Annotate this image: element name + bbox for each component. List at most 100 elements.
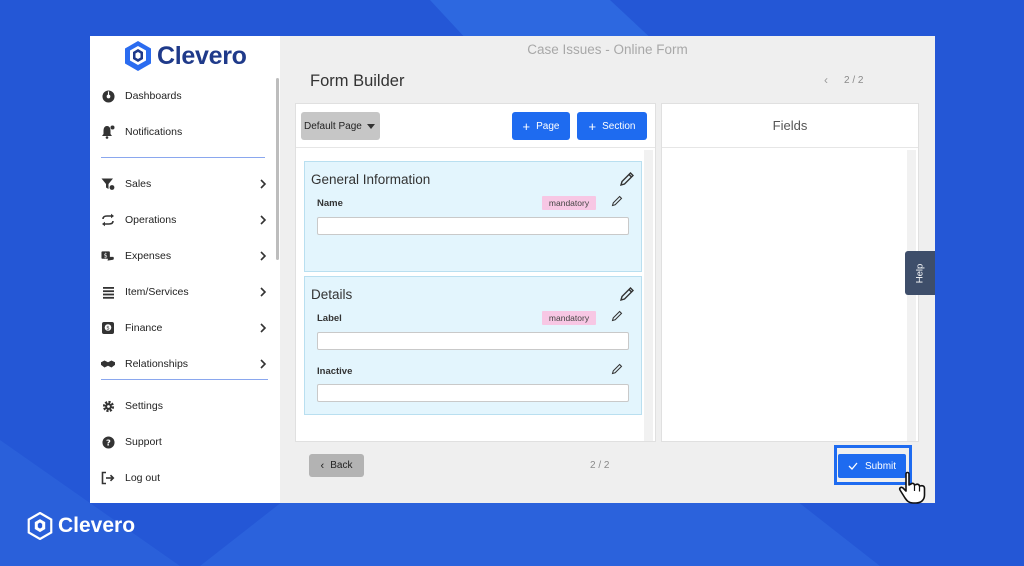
- sidebar-item-label: Sales: [125, 178, 152, 190]
- sidebar-item-dashboards[interactable]: Dashboards: [90, 84, 276, 108]
- field-label-inactive: Inactive: [317, 366, 353, 377]
- add-section-label: Section: [602, 120, 636, 132]
- sidebar-item-label: Finance: [125, 322, 163, 334]
- sidebar-item-item-services[interactable]: Item/Services: [90, 280, 276, 304]
- cycle-icon: [101, 213, 115, 227]
- sidebar-scrollbar[interactable]: [276, 78, 279, 260]
- svg-text:$: $: [106, 326, 110, 332]
- logo-icon: [125, 41, 151, 71]
- bell-icon: [101, 125, 115, 139]
- fields-panel-title: Fields: [662, 104, 918, 148]
- pencil-icon[interactable]: [611, 363, 623, 375]
- gear-icon: [101, 399, 115, 413]
- form-section-general-information[interactable]: General Information Name mandatory: [304, 161, 642, 272]
- sidebar-item-notifications[interactable]: Notifications: [90, 120, 276, 144]
- sidebar-item-label: Relationships: [125, 358, 189, 370]
- canvas-scrollbar[interactable]: [644, 150, 653, 441]
- app-window: Clevero Dashboards Notifications Sales O…: [90, 36, 935, 503]
- fields-scrollbar[interactable]: [907, 150, 916, 441]
- sidebar-item-label: Settings: [125, 400, 163, 412]
- sidebar-item-label: Support: [125, 436, 162, 448]
- sidebar-item-sales[interactable]: Sales: [90, 172, 276, 196]
- field-label-name: Name: [317, 198, 343, 209]
- chevron-right-icon: [260, 287, 267, 297]
- sidebar-divider: [101, 379, 268, 380]
- pointer-hand-icon: [898, 471, 926, 504]
- plus-icon: +: [588, 118, 597, 134]
- svg-text:?: ?: [105, 437, 110, 447]
- logo-icon: [27, 512, 53, 540]
- pager-top: ‹ 2 / 2: [824, 73, 863, 87]
- caret-down-icon: [367, 124, 375, 129]
- check-icon: [848, 462, 858, 470]
- sidebar-item-finance[interactable]: $ Finance: [90, 316, 276, 340]
- pager-bottom: 2 / 2: [590, 460, 610, 471]
- sidebar-item-relationships[interactable]: Relationships: [90, 352, 276, 376]
- submit-button[interactable]: Submit: [838, 454, 906, 478]
- chevron-left-icon[interactable]: ‹: [824, 73, 828, 87]
- sidebar-item-label: Dashboards: [125, 90, 182, 102]
- sidebar: Clevero Dashboards Notifications Sales O…: [90, 36, 280, 503]
- form-toolbar: Default Page + Page + Section: [296, 104, 655, 148]
- sidebar-item-label: Expenses: [125, 250, 172, 262]
- sidebar-item-settings[interactable]: Settings: [90, 394, 276, 418]
- list-icon: [101, 285, 115, 299]
- logo-text: Clevero: [157, 41, 247, 70]
- sidebar-item-label: Log out: [125, 472, 161, 484]
- page-title: Form Builder: [310, 72, 405, 90]
- sidebar-item-support[interactable]: ? Support: [90, 430, 276, 454]
- question-icon: ?: [101, 435, 115, 449]
- sidebar-item-label: Notifications: [125, 126, 183, 138]
- logo[interactable]: Clevero: [123, 40, 247, 72]
- submit-label: Submit: [864, 460, 897, 472]
- pager-text: 2 / 2: [844, 74, 864, 86]
- help-label: Help: [914, 263, 926, 283]
- add-page-button[interactable]: + Page: [512, 112, 570, 140]
- chevron-left-icon: ‹: [320, 459, 325, 472]
- inactive-field[interactable]: [317, 384, 629, 402]
- pencil-icon[interactable]: [619, 286, 635, 302]
- back-button[interactable]: ‹ Back: [309, 454, 364, 477]
- pencil-icon[interactable]: [611, 310, 623, 322]
- mandatory-badge: mandatory: [542, 311, 596, 325]
- section-title: General Information: [311, 172, 431, 187]
- page-select-dropdown[interactable]: Default Page: [301, 112, 380, 140]
- field-label-label: Label: [317, 313, 342, 324]
- form-header-title: Case Issues - Online Form: [527, 42, 688, 57]
- mandatory-badge: mandatory: [542, 196, 596, 210]
- plus-icon: +: [522, 118, 531, 134]
- sidebar-item-logout[interactable]: Log out: [90, 466, 276, 490]
- money-icon: $: [101, 249, 115, 263]
- section-title: Details: [311, 287, 353, 302]
- sidebar-divider: [101, 157, 265, 158]
- form-section-details[interactable]: Details Label mandatory Inactive: [304, 276, 642, 415]
- name-field[interactable]: [317, 217, 629, 235]
- sidebar-item-expenses[interactable]: $ Expenses: [90, 244, 276, 268]
- logout-icon: [101, 471, 115, 485]
- back-label: Back: [330, 460, 353, 471]
- pencil-icon[interactable]: [619, 171, 635, 187]
- sidebar-item-operations[interactable]: Operations: [90, 208, 276, 232]
- dashboard-icon: [101, 89, 115, 103]
- footer-brand-text: Clevero: [58, 514, 136, 537]
- handshake-icon: [101, 357, 115, 371]
- chevron-right-icon: [260, 251, 267, 261]
- chevron-right-icon: [260, 179, 267, 189]
- add-page-label: Page: [536, 120, 560, 132]
- sidebar-item-label: Operations: [125, 214, 177, 226]
- sidebar-item-label: Item/Services: [125, 286, 189, 298]
- chevron-right-icon: [260, 359, 267, 369]
- finance-icon: $: [101, 321, 115, 335]
- funnel-icon: [101, 177, 115, 191]
- chevron-right-icon: [260, 215, 267, 225]
- footer-brand: Clevero: [27, 512, 135, 540]
- page-select-label: Default Page: [304, 120, 362, 132]
- form-canvas-panel: Default Page + Page + Section General In…: [295, 103, 656, 442]
- label-field[interactable]: [317, 332, 629, 350]
- svg-text:$: $: [104, 252, 108, 259]
- help-tab[interactable]: Help: [905, 251, 935, 295]
- pencil-icon[interactable]: [611, 195, 623, 207]
- add-section-button[interactable]: + Section: [577, 112, 647, 140]
- fields-panel: Fields: [661, 103, 919, 442]
- chevron-right-icon: [260, 323, 267, 333]
